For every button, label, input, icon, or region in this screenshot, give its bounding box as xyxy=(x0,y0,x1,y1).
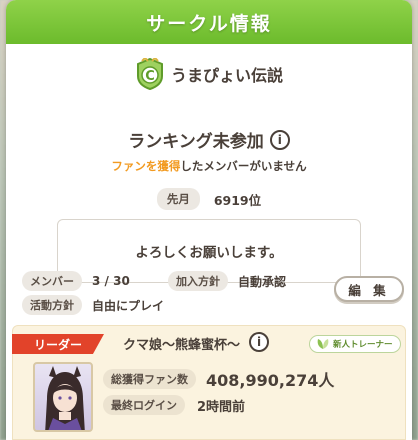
ranking-note: ファンを獲得したメンバーがいません xyxy=(6,158,412,174)
club-name: うまぴょい伝説 xyxy=(170,66,283,85)
info-icon: i xyxy=(277,132,282,147)
ranking-note-rest: したメンバーがいません xyxy=(180,159,307,173)
leader-tag: リーダー xyxy=(12,334,104,354)
last-month-row: 先月 6919位 xyxy=(6,188,412,210)
join-policy-label: 加入方針 xyxy=(168,271,228,291)
leaf-icon xyxy=(317,339,329,349)
ranking-info-button[interactable]: i xyxy=(269,129,290,150)
last-login-value: 2時間前 xyxy=(197,399,246,415)
total-fans-row: 総獲得ファン数 408,990,274人 xyxy=(103,368,334,390)
circle-info-dialog: サークル情報 C うまぴょい伝説 ランキング未参加 i ファンを獲得したメンバー… xyxy=(6,0,412,440)
edit-button[interactable]: 編 集 xyxy=(334,276,404,302)
activity-value: 自由にプレイ xyxy=(92,298,165,313)
circle-info-grid: メンバー 3 / 30 加入方針 自動承認 活動方針 自由にプレイ xyxy=(22,270,322,318)
info-icon: i xyxy=(256,335,262,349)
total-fans-label: 総獲得ファン数 xyxy=(103,369,196,389)
last-month-label: 先月 xyxy=(156,188,200,210)
dialog-title: サークル情報 xyxy=(146,12,272,35)
rank-letter: C xyxy=(145,69,155,84)
ranking-note-highlight: ファンを獲得 xyxy=(111,159,181,173)
leader-info-button[interactable]: i xyxy=(249,332,269,352)
members-label: メンバー xyxy=(22,271,82,291)
club-name-row: C うまぴょい伝説 xyxy=(6,54,412,94)
activity-label: 活動方針 xyxy=(22,295,82,315)
last-login-label: 最終ログイン xyxy=(103,395,185,415)
join-policy-value: 自動承認 xyxy=(238,274,287,289)
leader-stats: 総獲得ファン数 408,990,274人 最終ログイン 2時間前 xyxy=(103,368,334,420)
leader-avatar[interactable] xyxy=(33,362,93,432)
leader-card[interactable]: リーダー クマ娘～熊蜂蜜杯～ i 新人トレーナー 総獲得ファン数 408,990… xyxy=(12,325,406,440)
members-value: 3 / 30 xyxy=(92,274,130,288)
members-row: メンバー 3 / 30 加入方針 自動承認 xyxy=(22,270,322,292)
ranking-status-row: ランキング未参加 i xyxy=(6,127,412,152)
activity-row: 活動方針 自由にプレイ xyxy=(22,294,322,316)
dialog-title-bar: サークル情報 xyxy=(6,0,412,44)
ranking-status: ランキング未参加 xyxy=(128,132,264,152)
newbie-trainer-badge: 新人トレーナー xyxy=(309,335,401,353)
last-month-value: 6919位 xyxy=(213,192,262,208)
newbie-trainer-label: 新人トレーナー xyxy=(333,340,393,350)
last-login-row: 最終ログイン 2時間前 xyxy=(103,394,334,416)
club-rank-emblem-icon: C xyxy=(135,56,165,91)
leader-name: クマ娘～熊蜂蜜杯～ xyxy=(123,338,241,353)
total-fans-value: 408,990,274人 xyxy=(206,371,335,390)
